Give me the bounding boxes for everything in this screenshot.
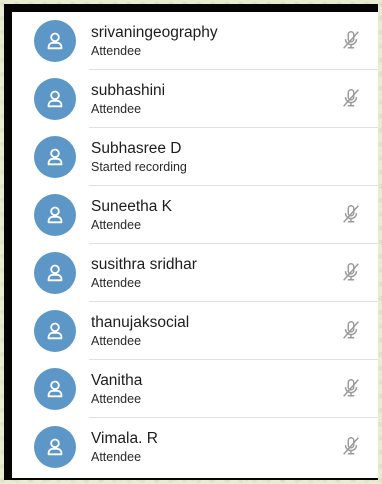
muted-mic-icon[interactable]	[339, 318, 363, 342]
muted-mic-icon[interactable]	[339, 28, 363, 52]
avatar	[34, 78, 76, 120]
participant-name: Suneetha K	[91, 198, 173, 215]
participant-status: Attendee	[91, 276, 142, 290]
participant-name: Vanitha	[91, 372, 143, 389]
participants-panel: srivaningeography Attendee subhashini At…	[12, 12, 378, 478]
user-icon	[47, 148, 63, 166]
muted-mic-icon[interactable]	[339, 86, 363, 110]
user-icon	[47, 206, 63, 224]
participant-name: thanujaksocial	[91, 314, 190, 331]
avatar	[34, 20, 76, 62]
participant-row[interactable]: thanujaksocial Attendee	[12, 302, 378, 360]
participant-status: Attendee	[91, 44, 142, 58]
avatar	[34, 136, 76, 178]
avatar	[34, 252, 76, 294]
participant-status: Attendee	[91, 392, 142, 406]
participant-name: Subhasree D	[91, 140, 182, 157]
user-icon	[47, 32, 63, 50]
muted-mic-icon[interactable]	[339, 260, 363, 284]
avatar	[34, 194, 76, 236]
muted-mic-icon[interactable]	[339, 376, 363, 400]
participant-status: Attendee	[91, 218, 142, 232]
participant-row[interactable]: subhashini Attendee	[12, 70, 378, 128]
participant-row[interactable]: Vimala. R Attendee	[12, 418, 378, 476]
participant-status: Attendee	[91, 102, 142, 116]
participant-status: Attendee	[91, 450, 142, 464]
participant-row[interactable]: Suneetha K Attendee	[12, 186, 378, 244]
participant-row[interactable]: Vanitha Attendee	[12, 360, 378, 418]
muted-mic-icon[interactable]	[339, 202, 363, 226]
avatar	[34, 310, 76, 352]
participant-status: Attendee	[91, 334, 142, 348]
user-icon	[47, 264, 63, 282]
user-icon	[47, 322, 63, 340]
avatar	[34, 368, 76, 410]
participant-name: subhashini	[91, 82, 166, 99]
avatar	[34, 426, 76, 468]
participant-row[interactable]: srivaningeography Attendee	[12, 12, 378, 70]
user-icon	[47, 438, 63, 456]
participant-name: Vimala. R	[91, 430, 158, 447]
muted-mic-icon[interactable]	[339, 434, 363, 458]
participant-name: susithra sridhar	[91, 256, 197, 273]
user-icon	[47, 380, 63, 398]
participant-name: srivaningeography	[91, 24, 218, 41]
participant-row[interactable]: susithra sridhar Attendee	[12, 244, 378, 302]
user-icon	[47, 90, 63, 108]
participant-row[interactable]: Subhasree D Started recording	[12, 128, 378, 186]
participant-status: Started recording	[91, 160, 187, 174]
